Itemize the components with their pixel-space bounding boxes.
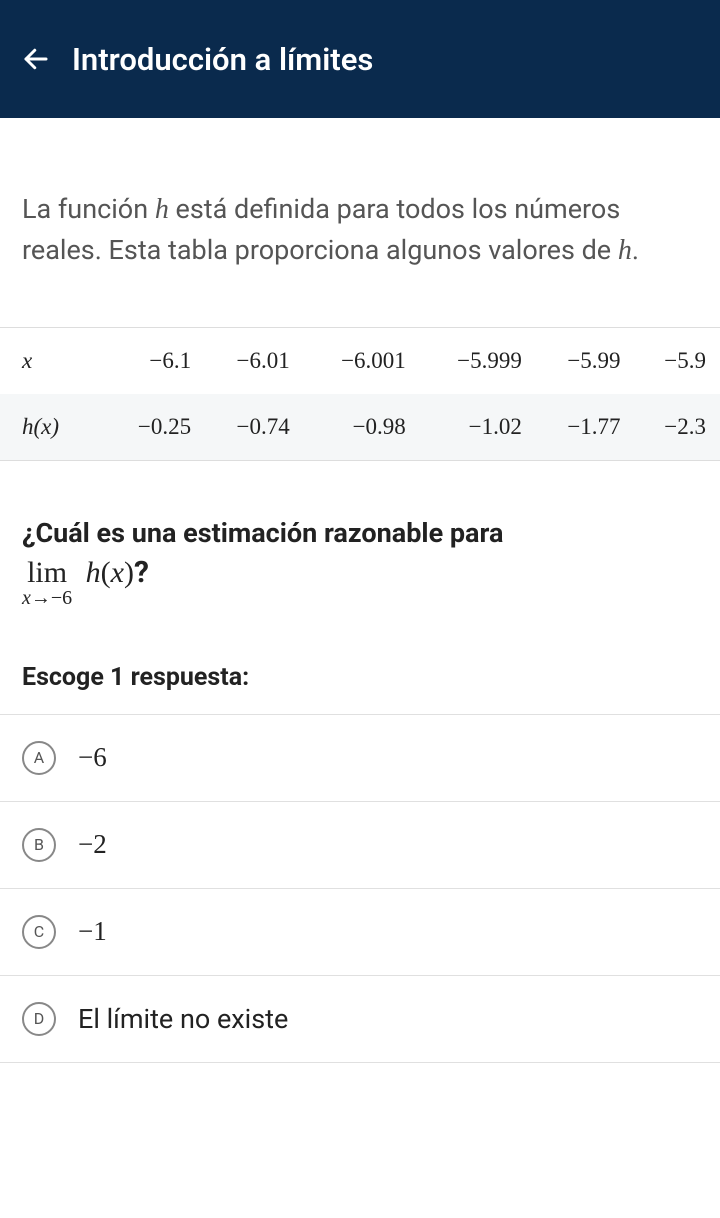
limit-sub: x→−6 xyxy=(22,587,72,609)
prompt-part3: . xyxy=(632,234,639,266)
limit-lim: lim xyxy=(22,556,72,589)
choice-d[interactable]: D El límite no existe xyxy=(0,975,720,1063)
choice-letter: D xyxy=(22,1002,56,1036)
page-title: Introducción a límites xyxy=(72,41,373,78)
choice-letter: A xyxy=(22,741,56,775)
header: Introducción a límites xyxy=(0,0,720,118)
hx-cell: −0.74 xyxy=(197,394,296,460)
x-cell: −5.99 xyxy=(528,328,627,394)
hx-cell: −0.98 xyxy=(296,394,412,460)
table-row-x: x −6.1 −6.01 −6.001 −5.999 −5.99 −5.9 xyxy=(0,328,720,394)
arrow-left-icon xyxy=(21,44,51,74)
x-cell: −5.999 xyxy=(412,328,528,394)
choice-c[interactable]: C −1 xyxy=(0,888,720,975)
prompt-func-var2: h xyxy=(618,235,632,266)
choice-b[interactable]: B −2 xyxy=(0,801,720,888)
x-cell: −5.9 xyxy=(627,328,720,394)
question-text: ¿Cuál es una estimación razonable para xyxy=(22,515,698,551)
back-button[interactable] xyxy=(20,43,52,75)
choices: A −6 B −2 C −1 D El límite no existe xyxy=(0,714,720,1063)
choice-text: −1 xyxy=(78,916,107,947)
choice-a[interactable]: A −6 xyxy=(0,714,720,801)
data-table-wrapper: x −6.1 −6.01 −6.001 −5.999 −5.99 −5.9 h(… xyxy=(0,327,720,461)
hx-cell: −2.3 xyxy=(627,394,720,460)
choice-letter: C xyxy=(22,915,56,949)
row-header-x: x xyxy=(0,328,98,394)
choice-letter: B xyxy=(22,828,56,862)
content: La función h está definida para todos lo… xyxy=(0,190,720,1063)
prompt-part1: La función xyxy=(22,193,155,225)
choice-text: El límite no existe xyxy=(78,1003,288,1035)
row-header-hx: h(x) xyxy=(0,394,98,460)
hx-cell: −1.77 xyxy=(528,394,627,460)
prompt-text: La función h está definida para todos lo… xyxy=(22,190,698,271)
choice-text: −2 xyxy=(78,829,107,860)
choice-text: −6 xyxy=(78,742,107,773)
question-mark: ? xyxy=(134,555,149,590)
x-cell: −6.1 xyxy=(98,328,197,394)
limit-func: h(x) xyxy=(86,556,134,589)
table-row-hx: h(x) −0.25 −0.74 −0.98 −1.02 −1.77 −2.3 xyxy=(0,394,720,460)
data-table: x −6.1 −6.01 −6.001 −5.999 −5.99 −5.9 h(… xyxy=(0,328,720,460)
choose-label: Escoge 1 respuesta: xyxy=(22,663,698,692)
x-cell: −6.001 xyxy=(296,328,412,394)
prompt-func-var: h xyxy=(155,194,169,225)
x-cell: −6.01 xyxy=(197,328,296,394)
hx-cell: −1.02 xyxy=(412,394,528,460)
limit-expression: lim x→−6 h(x)? xyxy=(22,556,698,609)
hx-cell: −0.25 xyxy=(98,394,197,460)
